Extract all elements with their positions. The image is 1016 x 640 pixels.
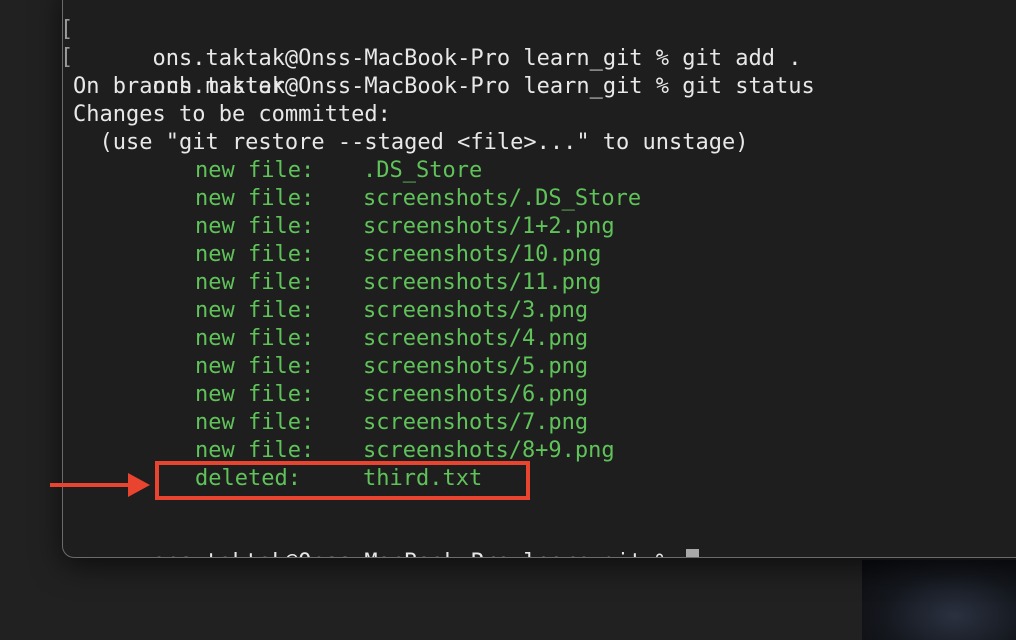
line-marker-bracket: [ (60, 45, 74, 70)
restore-hint: (use "git restore --staged <file>..." to… (73, 130, 749, 155)
command-line-git-add: ons.taktak@Onss-MacBook-Pro learn_git % … (73, 17, 801, 71)
file-path: screenshots/10.png (363, 242, 602, 267)
command-line-git-status: ons.taktak@Onss-MacBook-Pro learn_git % … (73, 45, 814, 99)
file-status: new file: (195, 410, 315, 435)
file-status: new file: (195, 214, 315, 239)
current-prompt-line[interactable]: ons.taktak@Onss-MacBook-Pro learn_git % (73, 521, 700, 557)
file-path: screenshots/1+2.png (363, 214, 615, 239)
file-path: screenshots/.DS_Store (363, 186, 642, 211)
file-status: new file: (195, 382, 315, 407)
desktop-wallpaper (862, 560, 1016, 640)
file-path: screenshots/6.png (363, 382, 589, 407)
file-status: new file: (195, 298, 315, 323)
annotation-arrow-line (50, 483, 134, 487)
changes-header: Changes to be committed: (73, 102, 391, 127)
file-status: new file: (195, 186, 315, 211)
annotation-highlight-box (155, 461, 530, 500)
file-path: screenshots/11.png (363, 270, 602, 295)
file-path: .DS_Store (363, 158, 483, 183)
file-status: new file: (195, 354, 315, 379)
file-status: new file: (195, 326, 315, 351)
line-marker-bracket: [ (60, 17, 74, 42)
annotation-arrow-icon (128, 473, 150, 497)
file-path: screenshots/4.png (363, 326, 589, 351)
prompt: ons.taktak@Onss-MacBook-Pro learn_git % (152, 550, 669, 557)
file-path: screenshots/7.png (363, 410, 589, 435)
file-status: new file: (195, 158, 315, 183)
file-status: new file: (195, 242, 315, 267)
file-path: screenshots/3.png (363, 298, 589, 323)
file-path: screenshots/5.png (363, 354, 589, 379)
file-status: new file: (195, 270, 315, 295)
command-text: git status (682, 74, 815, 99)
branch-line: On branch master (73, 74, 285, 99)
text-cursor (686, 549, 700, 557)
